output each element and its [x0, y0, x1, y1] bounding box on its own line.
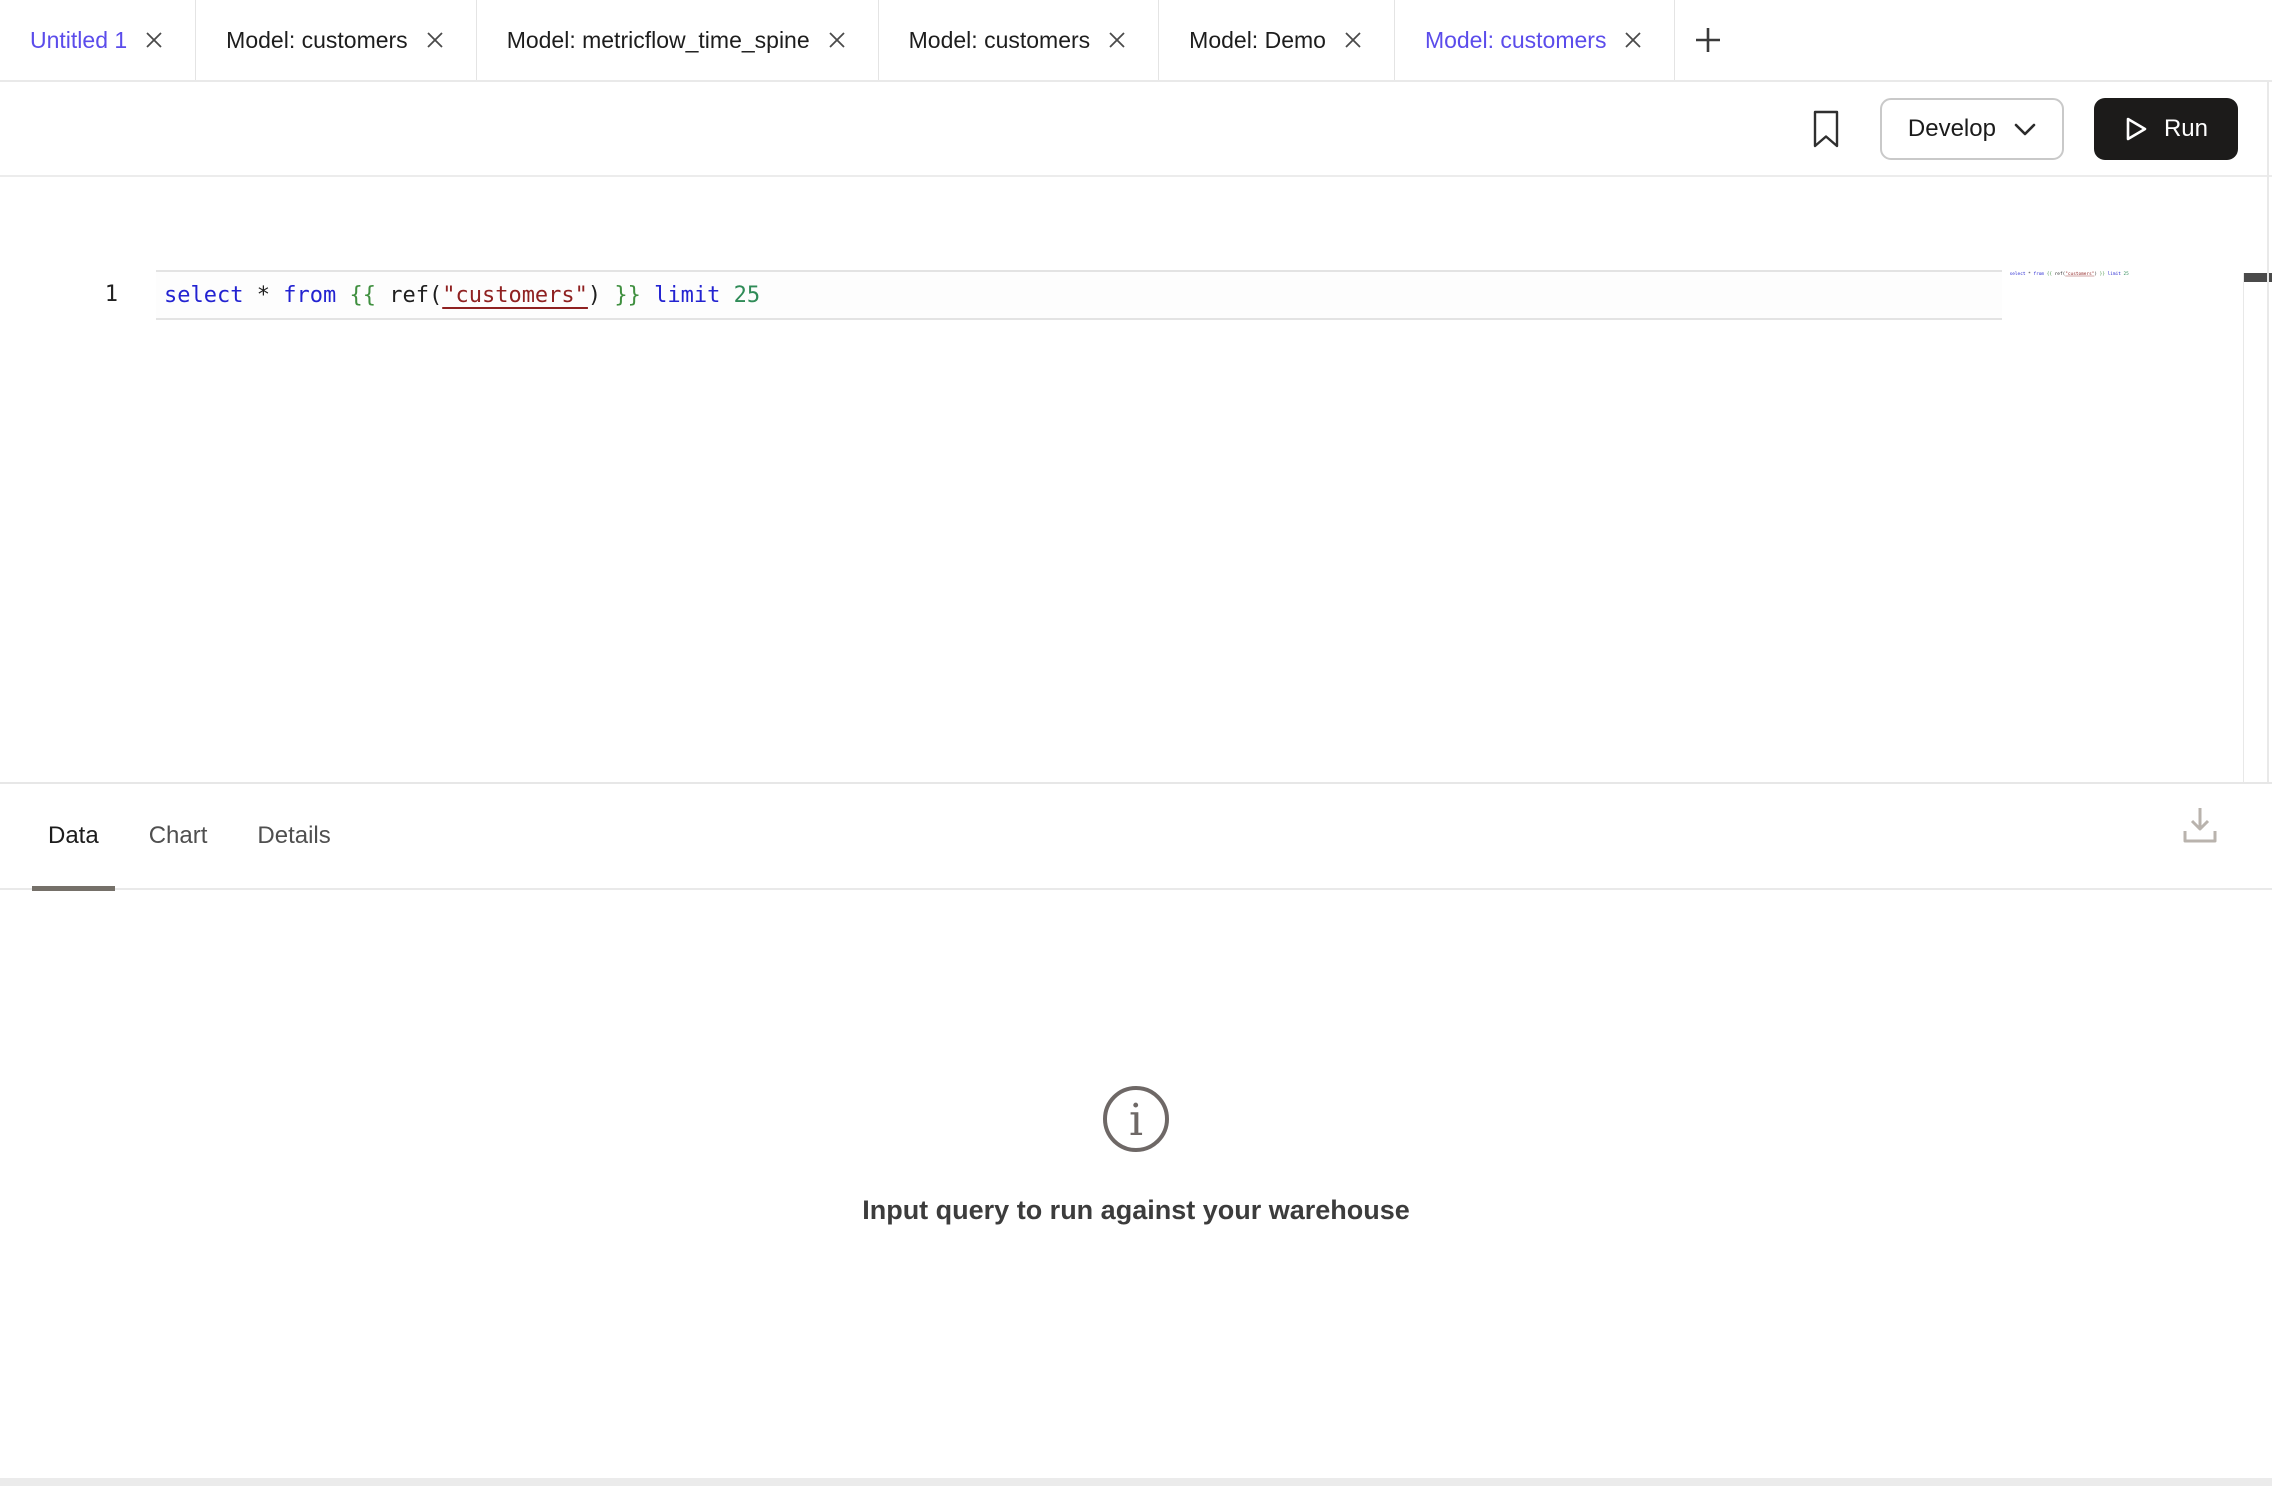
bottom-edge-strip — [0, 1478, 2272, 1486]
ide-window: Untitled 1 Model: customers Model: metricf… — [0, 0, 2272, 1486]
results-tabs-slot: DataChartDetails — [32, 783, 347, 889]
results-empty-state: i Input query to run against your wareho… — [0, 1084, 2272, 1226]
editor-minimap: select * from {{ ref("customers") }} lim… — [2008, 271, 2242, 331]
develop-menu-button[interactable]: Develop — [1880, 98, 2064, 160]
tab-label: Model: Demo — [1189, 27, 1326, 54]
close-tab-icon[interactable] — [424, 29, 446, 51]
plus-icon — [1692, 24, 1724, 56]
editor-tab[interactable]: Untitled 1 — [0, 0, 196, 80]
results-tab-data[interactable]: Data — [32, 783, 115, 889]
download-icon — [2181, 804, 2219, 846]
results-tab-chart[interactable]: Chart — [133, 783, 224, 889]
code-line: select * from {{ ref("customers") }} lim… — [156, 283, 760, 308]
download-results-button[interactable] — [2181, 804, 2219, 846]
tab-label: Model: customers — [909, 27, 1091, 54]
editor-tab[interactable]: Model: customers — [196, 0, 477, 80]
code-editor[interactable]: 1 select * from {{ ref("customers") }} l… — [0, 177, 2272, 782]
tab-label: Model: metricflow_time_spine — [507, 27, 810, 54]
minimap-code-line: select * from {{ ref("customers") }} lim… — [2008, 271, 2242, 276]
run-label: Run — [2164, 115, 2208, 143]
run-button[interactable]: Run — [2094, 98, 2238, 160]
tab-bar: Untitled 1 Model: customers Model: metricf… — [0, 0, 2272, 82]
line-number: 1 — [0, 272, 118, 318]
editor-tab[interactable]: Model: customers — [1395, 0, 1676, 80]
editor-active-line[interactable]: select * from {{ ref("customers") }} lim… — [156, 270, 2002, 320]
tab-bar-tabs: Untitled 1 Model: customers Model: metricf… — [0, 0, 1675, 80]
editor-tab[interactable]: Model: Demo — [1159, 0, 1395, 80]
new-tab-button[interactable] — [1675, 0, 1741, 80]
close-tab-icon[interactable] — [1622, 29, 1644, 51]
close-tab-icon[interactable] — [143, 29, 165, 51]
empty-state-message: Input query to run against your warehous… — [0, 1195, 2272, 1226]
editor-tab[interactable]: Model: metricflow_time_spine — [477, 0, 879, 80]
close-tab-icon[interactable] — [826, 29, 848, 51]
results-tab-details[interactable]: Details — [241, 783, 346, 889]
close-tab-icon[interactable] — [1342, 29, 1364, 51]
toolbar: Develop Run — [0, 82, 2272, 177]
develop-label: Develop — [1908, 115, 1996, 143]
play-icon — [2124, 116, 2148, 142]
editor-tab[interactable]: Model: customers — [879, 0, 1160, 80]
chevron-down-icon — [2014, 122, 2036, 136]
info-icon: i — [1101, 1084, 1171, 1159]
tab-label: Model: customers — [226, 27, 408, 54]
close-tab-icon[interactable] — [1106, 29, 1128, 51]
svg-text:i: i — [1129, 1095, 1143, 1146]
bookmark-button[interactable] — [1810, 109, 1842, 149]
tab-label: Model: customers — [1425, 27, 1607, 54]
results-tab-bar: DataChartDetails — [0, 784, 2272, 890]
tab-label: Untitled 1 — [30, 27, 127, 54]
bookmark-icon — [1810, 109, 1842, 149]
results-panel: DataChartDetails i Input query to run ag… — [0, 782, 2272, 1478]
